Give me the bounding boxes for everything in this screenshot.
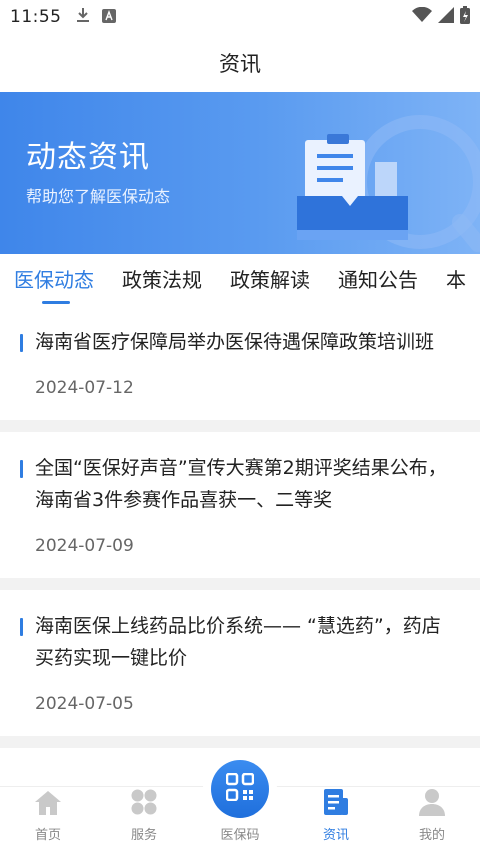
person-icon: [418, 788, 446, 820]
tabbar-label: 医保码: [220, 828, 260, 843]
news-title: 海南省医疗保障局举办医保待遇保障政策培训班: [35, 331, 435, 353]
tab-notices[interactable]: 通知公告: [338, 254, 418, 306]
grid-icon: [130, 788, 158, 820]
banner-subtitle: 帮助您了解医保动态: [26, 187, 171, 206]
tab-policy-regulations[interactable]: 政策法规: [122, 254, 202, 306]
title-marker: [20, 618, 23, 636]
tabbar-label: 资讯: [322, 828, 349, 843]
page-header: 资讯: [0, 34, 480, 92]
news-title: 海南医保上线药品比价系统—— “慧选药”，药店买药实现一键比价: [35, 615, 441, 669]
tab-policy-interpretation[interactable]: 政策解读: [230, 254, 310, 306]
tabbar-profile[interactable]: 我的: [384, 787, 480, 853]
title-marker: [20, 460, 23, 478]
tabbar-services[interactable]: 服务: [96, 787, 192, 853]
page-title: 资讯: [219, 52, 261, 76]
download-icon: [76, 7, 90, 27]
news-date: 2024-07-09: [35, 536, 134, 556]
center-button-circle: [211, 760, 269, 818]
news-date: 2024-07-05: [35, 694, 134, 714]
tabbar-home[interactable]: 首页: [0, 787, 96, 853]
banner-title: 动态资讯: [26, 140, 150, 175]
tabbar-label: 服务: [130, 828, 157, 843]
news-item[interactable]: 海南医保上线药品比价系统—— “慧选药”，药店买药实现一键比价 2024-07-…: [0, 590, 480, 736]
news-item[interactable]: 海南省医疗保障局举办医保待遇保障政策培训班 2024-07-12: [0, 306, 480, 420]
news-date: 2024-07-12: [35, 378, 134, 398]
battery-icon: [460, 6, 470, 28]
news-icon: [323, 788, 349, 820]
tabbar-label: 首页: [34, 828, 61, 843]
category-tabs: 医保动态 政策法规 政策解读 通知公告 本: [0, 254, 480, 306]
news-title: 全国“医保好声音”宣传大赛第2期评奖结果公布，海南省3件参赛作品喜获一、二等奖: [35, 457, 447, 511]
qr-code-icon: [225, 772, 255, 805]
status-time: 11:55: [10, 7, 62, 27]
a-badge-icon: [101, 8, 116, 27]
home-icon: [34, 790, 62, 820]
news-banner: 动态资讯 帮助您了解医保动态: [0, 92, 480, 254]
tabbar-label: 我的: [418, 828, 445, 843]
insurance-code-button[interactable]: [203, 752, 277, 826]
signal-icon: [438, 7, 454, 27]
tab-local[interactable]: 本: [446, 254, 466, 306]
title-marker: [20, 334, 23, 352]
wifi-icon: [412, 6, 432, 27]
tab-medical-insurance-news[interactable]: 医保动态: [14, 254, 94, 306]
banner-illustration-icon: [285, 110, 480, 254]
tabbar-news[interactable]: 资讯: [288, 787, 384, 853]
news-list: 海南省医疗保障局举办医保待遇保障政策培训班 2024-07-12 全国“医保好声…: [0, 306, 480, 802]
news-item[interactable]: 全国“医保好声音”宣传大赛第2期评奖结果公布，海南省3件参赛作品喜获一、二等奖 …: [0, 432, 480, 578]
status-bar: 11:55: [0, 0, 480, 34]
